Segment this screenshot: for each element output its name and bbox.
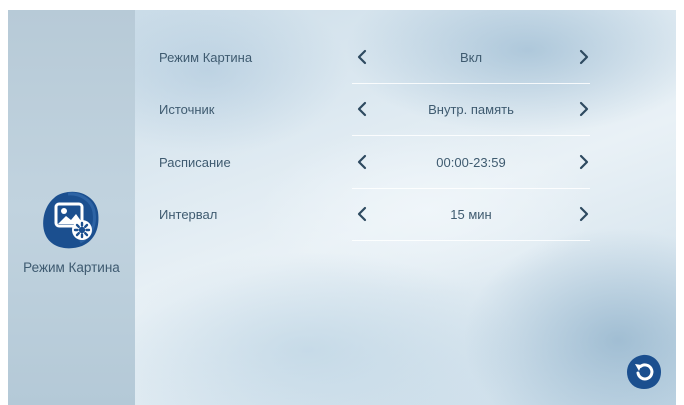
setting-label: Режим Картина — [159, 50, 253, 65]
screen: Режим Картина Режим Картина Вкл Источник… — [8, 10, 676, 405]
setting-row-schedule: Расписание 00:00-23:59 — [8, 125, 676, 189]
divider — [352, 240, 590, 241]
setting-value: Вкл — [459, 50, 483, 65]
chevron-left-icon[interactable] — [352, 204, 372, 224]
chevron-right-icon[interactable] — [574, 47, 594, 67]
chevron-right-icon[interactable] — [574, 99, 594, 119]
chevron-left-icon[interactable] — [352, 152, 372, 172]
setting-row-interval: Интервал 15 мин — [8, 177, 676, 241]
chevron-right-icon[interactable] — [574, 204, 594, 224]
setting-label: Интервал — [159, 207, 218, 222]
setting-value: 15 мин — [450, 207, 492, 222]
setting-label: Расписание — [159, 155, 231, 170]
back-icon — [627, 354, 661, 389]
back-button[interactable] — [626, 354, 662, 390]
setting-label: Источник — [159, 102, 215, 117]
chevron-left-icon[interactable] — [352, 99, 372, 119]
chevron-right-icon[interactable] — [574, 152, 594, 172]
setting-value: Внутр. память — [428, 102, 514, 117]
app-title: Режим Картина — [23, 260, 120, 275]
chevron-left-icon[interactable] — [352, 47, 372, 67]
setting-value: 00:00-23:59 — [436, 155, 506, 170]
setting-row-picture-mode: Режим Картина Вкл — [8, 20, 676, 84]
setting-row-source: Источник Внутр. память — [8, 72, 676, 136]
